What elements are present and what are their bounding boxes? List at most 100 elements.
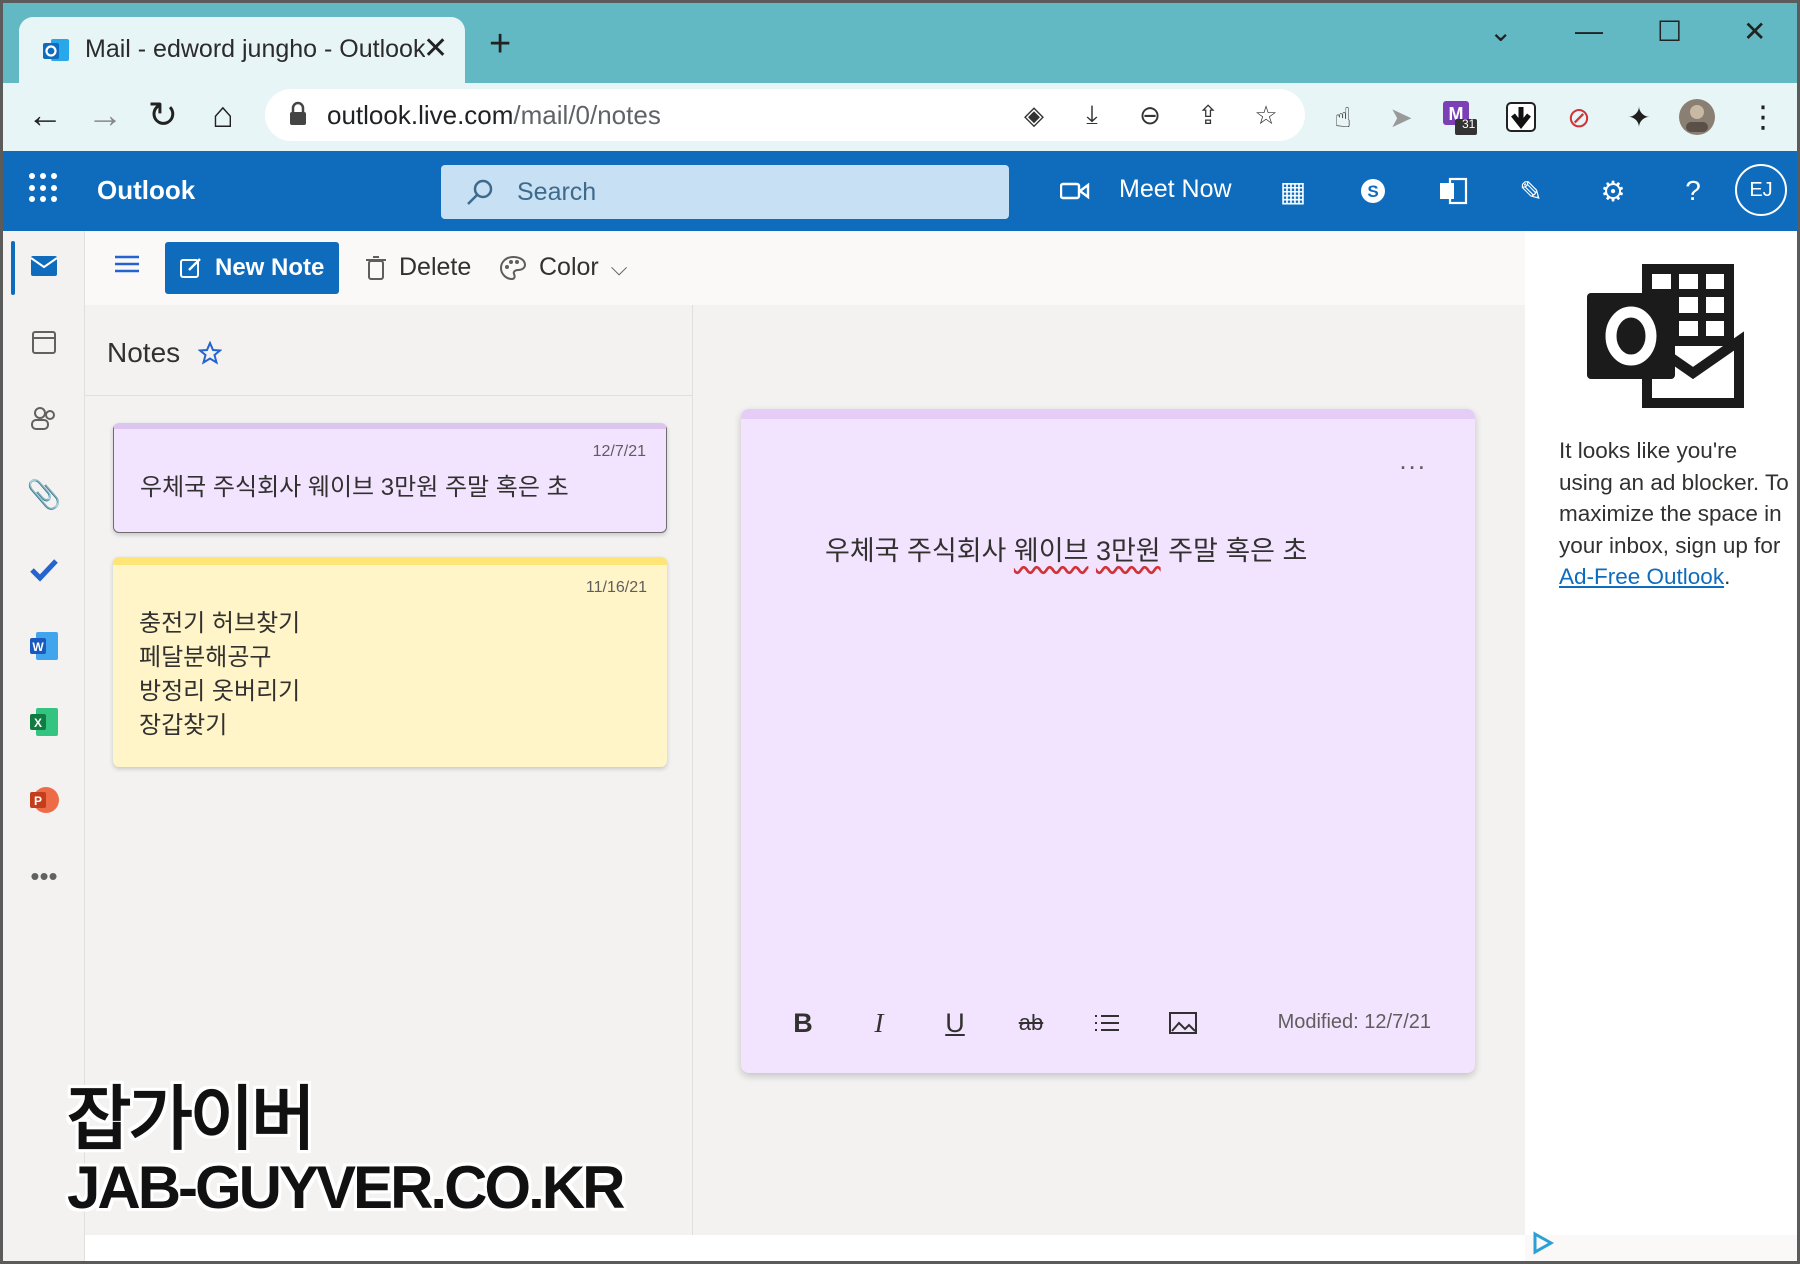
profile-avatar-icon[interactable] xyxy=(1677,97,1717,137)
note-body-part: 주말 혹은 초 xyxy=(1160,536,1308,566)
modified-date: Modified: 12/7/21 xyxy=(1277,1011,1431,1033)
url-host: outlook.live.com xyxy=(327,100,514,130)
people-icon[interactable] xyxy=(21,395,67,441)
palette-icon xyxy=(499,255,527,280)
bottom-strip xyxy=(85,1235,1525,1261)
url-path: /mail/0/notes xyxy=(513,100,661,130)
meet-now-button[interactable]: Meet Now xyxy=(1119,175,1232,204)
strikethrough-button[interactable]: ab xyxy=(1013,1005,1049,1041)
reload-icon[interactable]: ↻ xyxy=(139,91,187,139)
bold-button[interactable]: B xyxy=(785,1005,821,1041)
window-close-icon[interactable]: ✕ xyxy=(1743,15,1766,48)
screen-frame: Mail - edword jungho - Outlook ✕ + ⌄ — ☐… xyxy=(0,0,1800,1264)
delete-button[interactable]: Delete xyxy=(365,253,471,282)
account-avatar[interactable]: EJ xyxy=(1735,164,1787,216)
extension-download-icon[interactable] xyxy=(1501,97,1541,137)
word-icon[interactable]: W xyxy=(21,623,67,669)
app-launcher-icon[interactable] xyxy=(29,173,59,203)
svg-text:P: P xyxy=(34,794,42,808)
maximize-icon[interactable]: ☐ xyxy=(1657,15,1682,48)
color-button[interactable]: Color ⌵ xyxy=(499,253,627,282)
hamburger-menu-icon[interactable] xyxy=(113,253,141,275)
browser-tabstrip: Mail - edword jungho - Outlook ✕ + ⌄ — ☐… xyxy=(3,3,1797,83)
tab-close-icon[interactable]: ✕ xyxy=(423,31,448,66)
zoom-out-icon[interactable]: ⊖ xyxy=(1133,98,1167,132)
address-bar[interactable]: outlook.live.com/mail/0/notes ◈ ⤓ ⊖ ⇪ ☆ xyxy=(265,89,1305,141)
ad-message-tail: . xyxy=(1724,564,1731,589)
note-body-part xyxy=(1088,536,1096,566)
tab-title: Mail - edword jungho - Outlook xyxy=(85,35,425,63)
forward-arrow-icon[interactable]: → xyxy=(81,91,129,139)
back-arrow-icon[interactable]: ← xyxy=(21,91,69,139)
delete-label: Delete xyxy=(399,253,472,281)
extension-cursor-icon[interactable]: ➤ xyxy=(1381,97,1421,137)
rail-selection-indicator xyxy=(11,241,15,295)
extension-block-icon[interactable]: ⊘ xyxy=(1559,97,1599,137)
mail-icon[interactable] xyxy=(21,243,67,289)
minimize-icon[interactable]: — xyxy=(1575,15,1603,47)
note-date: 11/16/21 xyxy=(585,579,647,596)
todo-check-icon[interactable] xyxy=(21,547,67,593)
note-editor-pane: ... 우체국 주식회사 웨이브 3만원 주말 혹은 초 B I U ab Mo… xyxy=(693,305,1525,1235)
browser-menu-icon[interactable]: ⋮ xyxy=(1743,97,1783,137)
watermark-domain: JAB-GUYVER.CO.KR xyxy=(67,1154,625,1221)
powerpoint-icon[interactable]: P xyxy=(21,777,67,823)
skype-icon[interactable]: S xyxy=(1355,173,1391,209)
browser-tab-outlook[interactable]: Mail - edword jungho - Outlook ✕ xyxy=(19,17,465,83)
video-camera-icon[interactable] xyxy=(1057,173,1093,209)
install-app-icon[interactable]: ⤓ xyxy=(1075,98,1109,132)
outlook-app-icon[interactable] xyxy=(1435,173,1471,209)
new-note-label: New Note xyxy=(215,254,325,281)
excel-icon[interactable]: X xyxy=(21,699,67,745)
svg-text:X: X xyxy=(34,716,42,730)
outlook-header: Outlook Search Meet Now ▦ S ✎ ⚙ ? EJ xyxy=(3,151,1797,231)
watermark-korean: 잡가이버 xyxy=(67,1080,316,1158)
svg-text:W: W xyxy=(32,640,44,654)
share-icon[interactable]: ⇪ xyxy=(1191,98,1225,132)
calendar-icon[interactable] xyxy=(21,319,67,365)
settings-gear-icon[interactable]: ⚙ xyxy=(1595,173,1631,209)
extensions-puzzle-icon[interactable]: ✦ xyxy=(1619,97,1659,137)
extension-m-icon[interactable]: M 31 xyxy=(1439,97,1479,137)
attachment-icon[interactable]: 📎 xyxy=(21,471,67,517)
compose-icon[interactable]: ✎ xyxy=(1513,173,1549,209)
new-note-button[interactable]: New Note xyxy=(165,242,339,294)
url-text: outlook.live.com/mail/0/notes xyxy=(327,100,661,131)
new-tab-button[interactable]: + xyxy=(489,25,511,63)
favorite-star-icon[interactable] xyxy=(198,341,223,365)
my-day-icon[interactable]: ▦ xyxy=(1275,173,1311,209)
browser-toolbar: ← → ↻ ⌂ outlook.live.com/mail/0/notes ◈ … xyxy=(3,83,1797,151)
svg-text:S: S xyxy=(1367,182,1378,201)
underline-button[interactable]: U xyxy=(937,1005,973,1041)
chevron-down-icon: ⌵ xyxy=(610,254,628,280)
notes-title: Notes xyxy=(107,337,181,368)
app-name[interactable]: Outlook xyxy=(97,175,195,206)
command-bar: New Note Delete Color ⌵ xyxy=(85,231,1525,305)
home-icon[interactable]: ⌂ xyxy=(199,91,247,139)
extension-hand-icon[interactable]: ☝ xyxy=(1323,97,1363,137)
note-body-text[interactable]: 우체국 주식회사 웨이브 3만원 주말 혹은 초 xyxy=(825,529,1307,568)
note-card[interactable]: 12/7/21 우체국 주식회사 웨이브 3만원 주말 혹은 초 xyxy=(113,423,667,533)
help-icon[interactable]: ? xyxy=(1675,173,1711,209)
ad-free-outlook-link[interactable]: Ad-Free Outlook xyxy=(1559,564,1724,589)
italic-button[interactable]: I xyxy=(861,1005,897,1041)
ad-blocker-pane: It looks like you're using an ad blocker… xyxy=(1525,231,1797,1235)
note-card[interactable]: 11/16/21 충전기 허브찾기 페달분해공구 방정리 옷버리기 장갑찾기 xyxy=(113,557,667,767)
search-box[interactable]: Search xyxy=(441,165,1009,219)
color-label: Color xyxy=(539,253,599,281)
extension-badge: 31 xyxy=(1462,117,1476,131)
trash-icon xyxy=(366,255,386,280)
adchoices-icon[interactable] xyxy=(1531,1231,1555,1255)
note-text: 우체국 주식회사 웨이브 3만원 주말 혹은 초 xyxy=(140,474,569,501)
more-options-icon[interactable]: ... xyxy=(1399,445,1427,476)
outlook-favicon-icon xyxy=(43,39,69,61)
tab-search-chevron-icon[interactable]: ⌄ xyxy=(1489,15,1512,48)
more-apps-icon[interactable]: ••• xyxy=(21,853,67,899)
misspelled-word: 웨이브 xyxy=(1013,536,1089,566)
bullet-list-icon[interactable] xyxy=(1089,1005,1125,1041)
insert-image-icon[interactable] xyxy=(1165,1005,1201,1041)
note-editor[interactable]: ... 우체국 주식회사 웨이브 3만원 주말 혹은 초 B I U ab Mo… xyxy=(741,409,1475,1073)
eye-icon[interactable]: ◈ xyxy=(1017,98,1051,132)
note-text: 충전기 허브찾기 페달분해공구 방정리 옷버리기 장갑찾기 xyxy=(139,610,301,739)
bookmark-star-icon[interactable]: ☆ xyxy=(1249,98,1283,132)
